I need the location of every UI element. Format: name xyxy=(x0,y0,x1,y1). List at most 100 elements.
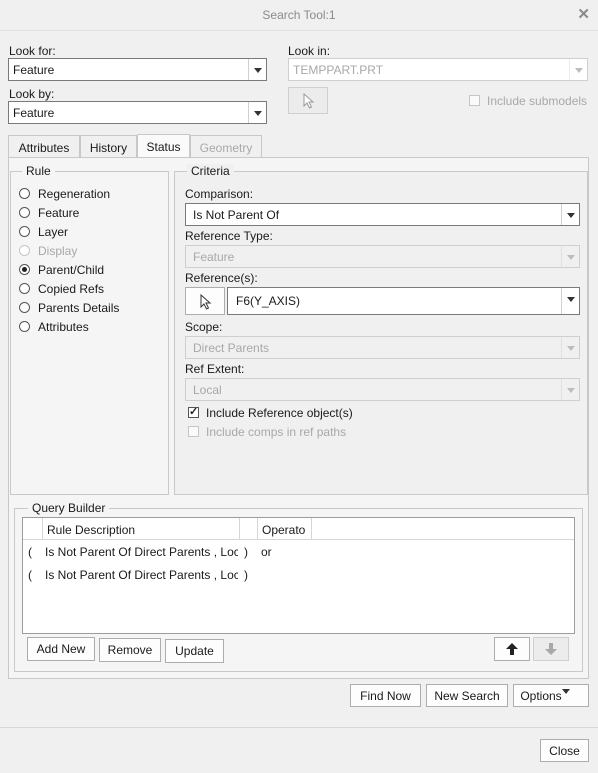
column-header-operator[interactable]: Operato xyxy=(258,518,312,540)
rule-parent-child-radio[interactable] xyxy=(19,264,30,275)
chevron-down-icon[interactable] xyxy=(561,337,579,358)
column-header-operator-label: Operato xyxy=(262,523,306,537)
column-header-paren xyxy=(23,518,43,540)
reference-type-value: Feature xyxy=(193,250,235,264)
comparison-label: Comparison: xyxy=(185,187,254,201)
ref-extent-dropdown[interactable]: Local xyxy=(185,378,580,401)
chevron-down-icon[interactable] xyxy=(248,59,266,80)
rule-regeneration-radio[interactable] xyxy=(19,188,30,199)
include-submodels-checkbox[interactable] xyxy=(469,95,480,106)
chevron-down-icon[interactable] xyxy=(561,246,579,267)
include-reference-objects-label: Include Reference object(s) xyxy=(206,406,353,420)
row-operator: or xyxy=(261,545,272,559)
dialog-footer xyxy=(0,727,598,773)
look-by-dropdown[interactable]: Feature xyxy=(8,101,267,124)
move-up-button[interactable] xyxy=(494,637,530,661)
ref-extent-value: Local xyxy=(193,383,222,397)
row-rule-description: Is Not Parent Of Direct Parents , Loca xyxy=(45,568,238,582)
cursor-arrow-icon xyxy=(303,93,315,109)
look-in-select-button[interactable] xyxy=(288,87,328,114)
query-builder-title: Query Builder xyxy=(28,501,110,515)
tab-status[interactable]: Status xyxy=(137,134,190,158)
row-close-paren: ) xyxy=(244,545,248,559)
remove-button[interactable]: Remove xyxy=(99,638,161,662)
tab-history-label: History xyxy=(89,141,128,155)
look-in-dropdown[interactable]: TEMPPART.PRT xyxy=(288,58,588,81)
include-comps-label: Include comps in ref paths xyxy=(206,425,347,439)
include-reference-objects-checkbox[interactable] xyxy=(188,405,199,418)
title-bar: Search Tool:1 ✕ xyxy=(0,0,598,31)
close-icon[interactable]: ✕ xyxy=(577,5,590,23)
window-title: Search Tool:1 xyxy=(262,8,336,22)
references-dropdown[interactable]: F6(Y_AXIS) xyxy=(227,287,580,315)
include-submodels-label: Include submodels xyxy=(487,94,588,108)
close-button-label: Close xyxy=(549,744,580,758)
reference-select-button[interactable] xyxy=(185,287,225,315)
references-value: F6(Y_AXIS) xyxy=(236,294,301,308)
table-row[interactable]: ( Is Not Parent Of Direct Parents , Loca… xyxy=(23,564,574,586)
column-header-close xyxy=(240,518,258,540)
tab-history[interactable]: History xyxy=(80,135,137,158)
reference-type-dropdown[interactable]: Feature xyxy=(185,245,580,268)
move-down-button[interactable] xyxy=(533,637,569,661)
tab-status-label: Status xyxy=(146,140,181,154)
chevron-down-icon[interactable] xyxy=(561,379,579,400)
update-button-label: Update xyxy=(175,644,214,658)
find-now-button[interactable]: Find Now xyxy=(350,684,421,707)
row-rule-description: Is Not Parent Of Direct Parents , Loca xyxy=(45,545,238,559)
chevron-down-icon[interactable] xyxy=(561,204,579,225)
close-button[interactable]: Close xyxy=(540,739,589,762)
look-in-label: Look in: xyxy=(288,44,331,58)
rule-attributes-label: Attributes xyxy=(38,320,89,334)
rule-group-title: Rule xyxy=(22,164,55,178)
scope-dropdown[interactable]: Direct Parents xyxy=(185,336,580,359)
find-now-button-label: Find Now xyxy=(360,689,411,703)
rule-group xyxy=(10,171,169,495)
include-comps-checkbox[interactable] xyxy=(188,426,199,437)
comparison-dropdown[interactable]: Is Not Parent Of xyxy=(185,203,580,226)
comparison-value: Is Not Parent Of xyxy=(193,208,280,222)
column-header-rule-description-label: Rule Description xyxy=(47,523,136,537)
new-search-button-label: New Search xyxy=(434,689,500,703)
rule-parents-details-label: Parents Details xyxy=(38,301,120,315)
criteria-group-title: Criteria xyxy=(187,164,234,178)
add-new-button-label: Add New xyxy=(36,642,86,656)
chevron-down-icon[interactable] xyxy=(248,102,266,123)
tab-attributes[interactable]: Attributes xyxy=(8,135,80,158)
rule-display-label: Display xyxy=(38,244,78,258)
reference-type-label: Reference Type: xyxy=(185,229,273,243)
look-for-dropdown[interactable]: Feature xyxy=(8,58,267,81)
ref-extent-label: Ref Extent: xyxy=(185,362,245,376)
scope-value: Direct Parents xyxy=(193,341,270,355)
rule-display-radio[interactable] xyxy=(19,245,30,256)
new-search-button[interactable]: New Search xyxy=(426,684,508,707)
tab-attributes-label: Attributes xyxy=(18,141,70,155)
chevron-down-icon[interactable] xyxy=(569,59,587,80)
table-row[interactable]: ( Is Not Parent Of Direct Parents , Loca… xyxy=(23,541,574,563)
chevron-down-icon[interactable] xyxy=(561,689,570,708)
rule-copied-refs-radio[interactable] xyxy=(19,283,30,294)
rule-layer-label: Layer xyxy=(38,225,69,239)
rule-parents-details-radio[interactable] xyxy=(19,302,30,313)
rule-feature-label: Feature xyxy=(38,206,80,220)
add-new-button[interactable]: Add New xyxy=(27,637,95,661)
tab-geometry-label: Geometry xyxy=(199,141,253,155)
remove-button-label: Remove xyxy=(107,643,153,657)
update-button[interactable]: Update xyxy=(165,639,224,663)
rule-copied-refs-label: Copied Refs xyxy=(38,282,105,296)
rule-layer-radio[interactable] xyxy=(19,226,30,237)
tab-geometry[interactable]: Geometry xyxy=(190,135,262,158)
header-divider xyxy=(312,539,574,540)
rule-attributes-radio[interactable] xyxy=(19,321,30,332)
column-header-rule-description[interactable]: Rule Description xyxy=(43,518,240,540)
cursor-arrow-icon xyxy=(200,294,212,310)
references-label: Reference(s): xyxy=(185,271,258,285)
scope-label: Scope: xyxy=(185,320,223,334)
chevron-down-icon[interactable] xyxy=(561,288,579,314)
options-button[interactable]: Options xyxy=(513,684,589,708)
row-open-paren: ( xyxy=(28,545,32,559)
rule-feature-radio[interactable] xyxy=(19,207,30,218)
options-button-label: Options xyxy=(520,689,562,703)
look-by-label: Look by: xyxy=(9,87,55,101)
rule-parent-child-label: Parent/Child xyxy=(38,263,105,277)
